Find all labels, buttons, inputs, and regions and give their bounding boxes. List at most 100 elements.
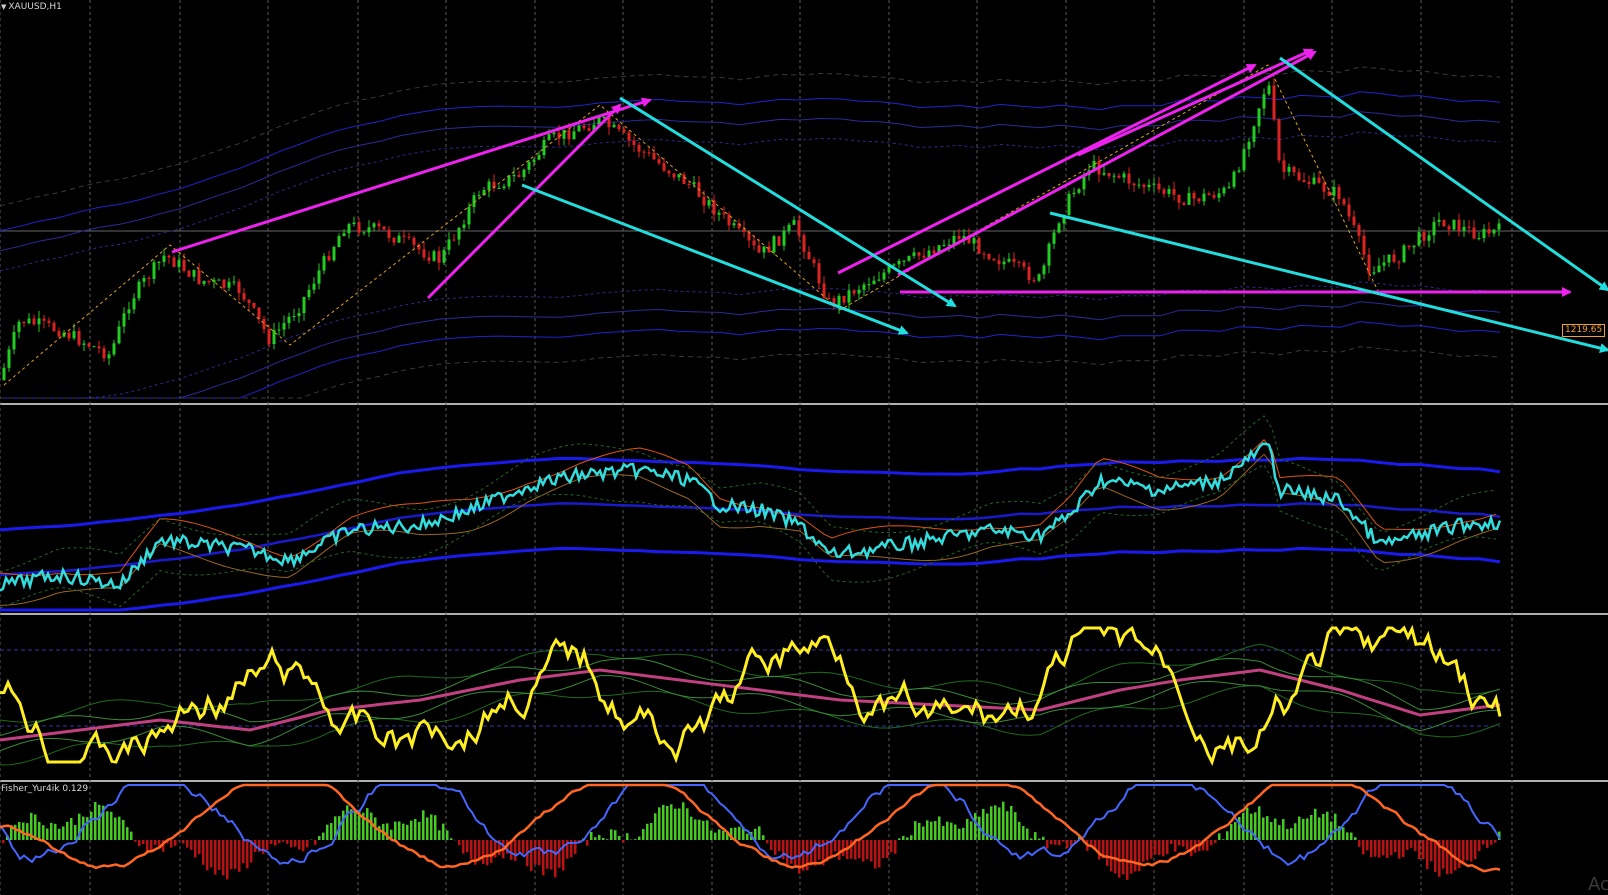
fisher-bar-6 [26,823,29,840]
fisher-bar-277 [1110,840,1113,872]
candle-body-16 [82,343,86,345]
candle-body-291 [1457,219,1461,231]
fisher-bar-47 [190,840,193,850]
fisher-bar-198 [794,840,797,866]
fisher-bar-153 [614,830,617,840]
candle-body-158 [792,220,796,225]
candle-body-153 [767,246,771,253]
fisher-bar-10 [42,825,45,840]
fisher-bar-164 [658,807,661,840]
fisher-bar-287 [1150,840,1153,859]
fisher-bar-80 [322,832,325,840]
candle-body-196 [982,253,986,255]
fisher-bar-358 [1434,840,1437,873]
fisher-bar-100 [402,823,405,840]
fisher-bar-294 [1178,840,1181,846]
candle-body-229 [1147,184,1151,188]
candle-body-78 [392,237,396,243]
candle-body-77 [387,229,391,238]
candle-body-253 [1267,85,1271,95]
fisher-bar-307 [1230,824,1233,840]
fisher-bar-149 [598,835,601,840]
candle-body-245 [1227,186,1231,188]
candle-body-194 [972,238,976,244]
fisher-bar-325 [1302,818,1305,840]
fisher-bar-251 [1006,811,1009,840]
candle-body-210 [1052,232,1056,244]
fisher-bar-248 [994,805,997,840]
fisher-bar-348 [1394,840,1397,853]
fisher-bar-303 [1214,840,1217,844]
fisher-bar-17 [70,817,73,840]
candle-body-56 [282,323,286,330]
candle-body-108 [542,140,546,156]
fisher-bar-38 [154,840,157,845]
fisher-bar-60 [242,840,245,864]
candle-body-267 [1337,186,1341,200]
candle-body-103 [517,175,521,177]
candle-body-203 [1017,261,1021,263]
fisher-bar-365 [1462,840,1465,865]
candle-body-297 [1487,229,1491,234]
candle-body-146 [732,223,736,226]
fisher-bar-121 [486,840,489,866]
candle-body-200 [1002,261,1006,265]
envelope-band-2 [0,111,1501,252]
fisher-bar-9 [38,821,41,840]
fisher-bar-177 [710,830,713,840]
fisher-bar-165 [662,804,665,840]
fisher-bar-258 [1034,832,1037,840]
fisher-bar-35 [142,840,145,845]
fisher-bar-132 [530,840,533,872]
candle-body-290 [1452,219,1456,230]
fisher-bar-66 [266,840,269,851]
fisher-bar-215 [862,840,865,862]
candle-body-58 [292,316,296,318]
candle-body-228 [1142,184,1146,188]
candle-body-195 [977,238,981,254]
candle-body-109 [547,134,551,141]
candle-body-63 [317,270,321,284]
fisher-bar-317 [1270,822,1273,840]
candle-body-112 [562,129,566,139]
candle-body-100 [502,186,506,188]
fisher-bar-295 [1182,840,1185,847]
fisher-bar-367 [1470,840,1473,862]
fisher-bar-46 [186,840,189,848]
fisher-bar-261 [1046,840,1049,849]
fisher-bar-67 [270,840,273,845]
candle-body-44 [222,279,226,288]
fisher-bar-237 [950,822,953,840]
candle-body-232 [1162,189,1166,194]
fisher-bar-238 [954,824,957,840]
pane-menu-icon[interactable]: ▼ [1,3,6,11]
fisher-bar-262 [1050,840,1053,845]
fisher-bar-189 [758,826,761,840]
fisher-bar-245 [982,808,985,840]
candle-body-176 [882,272,886,280]
candle-body-132 [662,163,666,171]
fisher-bar-91 [366,808,369,840]
fisher-bar-85 [342,810,345,840]
fisher-bar-306 [1226,831,1229,840]
fisher-bar-138 [554,840,557,878]
fisher-bar-70 [282,840,285,842]
trading-chart[interactable]: ▼ XAUUSD,H1 1219.65 Fisher_Yur4ik 0.129 A… [0,0,1608,895]
fisher-bar-235 [942,825,945,840]
candle-body-265 [1327,191,1331,196]
candle-body-43 [217,279,221,281]
candle-body-240 [1202,193,1206,202]
fisher-bar-184 [738,826,741,840]
fisher-bar-249 [998,807,1001,840]
candle-body-65 [327,256,331,261]
fisher-bar-247 [990,806,993,840]
candle-body-127 [637,144,641,152]
candle-body-67 [337,236,341,248]
trend-arrow-0 [171,97,652,254]
candle-body-143 [717,212,721,215]
candle-body-15 [77,331,81,345]
fisher-bar-314 [1258,806,1261,840]
chart-canvas[interactable] [0,0,1608,895]
candle-body-31 [157,261,161,263]
candle-body-47 [237,281,241,294]
